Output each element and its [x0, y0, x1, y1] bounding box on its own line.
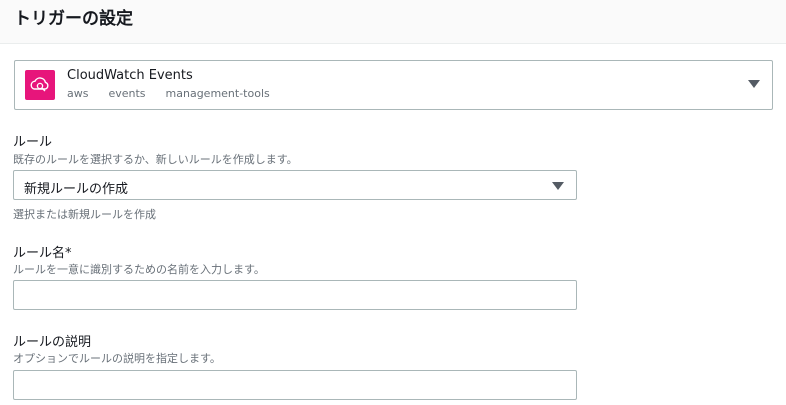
- rule-description: 既存のルールを選択するか、新しいルールを作成します。: [13, 153, 298, 166]
- rule-desc-label: ルールの説明: [13, 335, 92, 350]
- trigger-name: CloudWatch Events: [67, 68, 193, 83]
- rule-select-value: 新規ルールの作成: [24, 182, 129, 197]
- trigger-tags: aws events management-tools: [67, 87, 270, 100]
- trigger-tag: aws: [67, 87, 89, 100]
- trigger-tag: management-tools: [165, 87, 270, 100]
- trigger-select[interactable]: CloudWatch Events aws events management-…: [14, 60, 773, 110]
- trigger-tag: events: [108, 87, 146, 100]
- rule-desc-description: オプションでルールの説明を指定します。: [13, 352, 221, 365]
- rule-label: ルール: [13, 135, 53, 150]
- rule-hint: 選択または新規ルールを作成: [13, 208, 156, 221]
- rule-name-input[interactable]: [13, 280, 577, 310]
- caret-down-icon: [748, 80, 760, 88]
- caret-down-icon: [552, 182, 564, 190]
- rule-description-input[interactable]: [13, 370, 577, 400]
- rule-select[interactable]: 新規ルールの作成: [13, 170, 577, 200]
- section-header: トリガーの設定: [0, 0, 786, 44]
- cloudwatch-events-icon: [25, 70, 55, 100]
- page-title: トリガーの設定: [14, 9, 133, 29]
- rule-name-label: ルール名*: [13, 246, 72, 261]
- rule-name-description: ルールを一意に識別するための名前を入力します。: [13, 263, 265, 276]
